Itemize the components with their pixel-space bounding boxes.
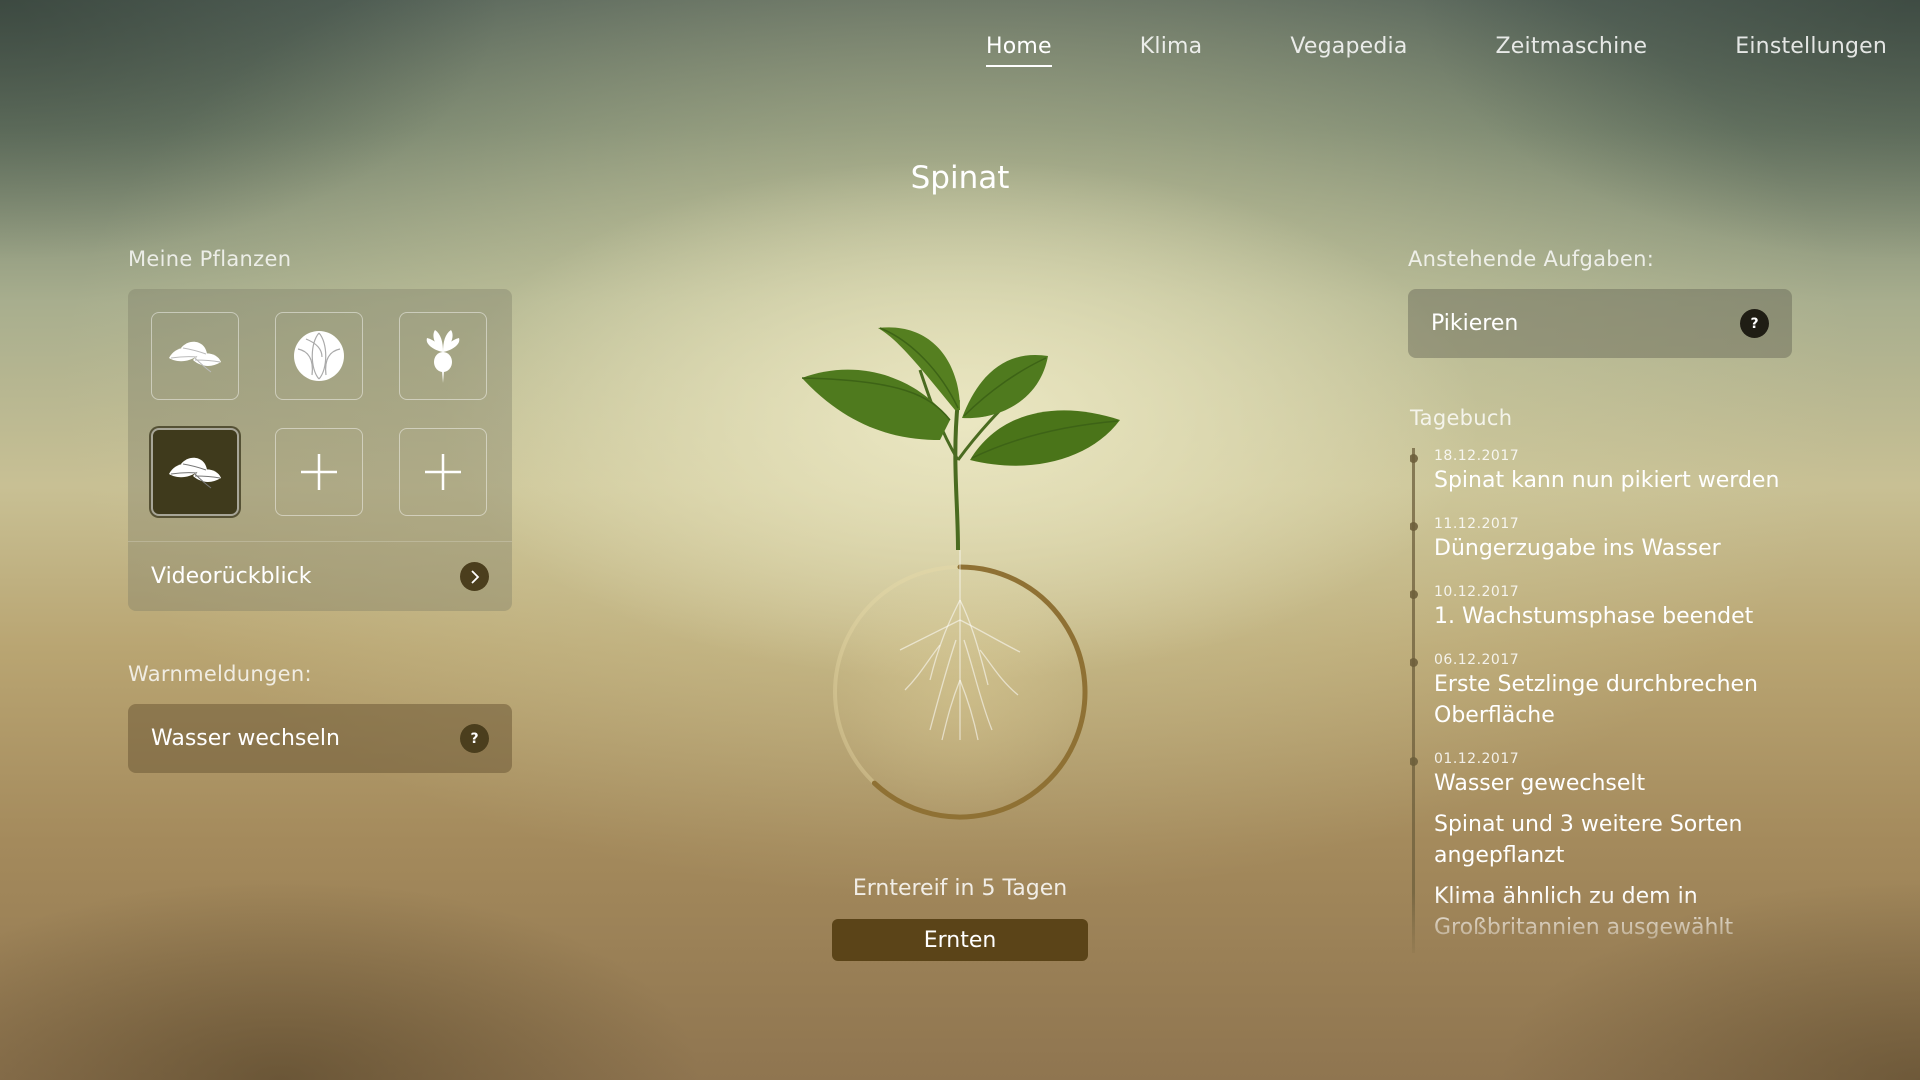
diary-entry-date: 11.12.2017 [1434,516,1520,532]
plus-icon [425,454,461,490]
nav-home[interactable]: Home [985,34,1052,67]
add-plant-button[interactable] [399,428,487,516]
diary-entry-text: Klima ähnlich zu dem in Großbritannien a… [1434,884,1734,940]
spinach-icon [169,457,221,489]
chevron-right-icon [460,562,489,591]
diary-entry: 06.12.2017 Erste Setzlinge durchbrechen … [1410,652,1830,731]
nav-zeitmaschine[interactable]: Zeitmaschine [1496,34,1648,67]
diary-entry-text: Spinat und 3 weitere Sorten angepflanzt [1434,812,1743,868]
task-item[interactable]: Pikieren ? [1408,289,1792,358]
diary-entry: 18.12.2017 Spinat kann nun pikiert werde… [1410,448,1830,496]
diary-entry: 10.12.2017 1. Wachstumsphase beendet [1410,584,1830,632]
page-title: Spinat [910,160,1010,196]
tasks-section-label: Anstehende Aufgaben: [1408,247,1655,271]
plant-tile-cabbage[interactable] [275,312,363,400]
radish-icon [426,330,460,383]
timeline-dot [1410,757,1418,766]
help-icon[interactable]: ? [1740,309,1769,338]
diary-entry-date: 01.12.2017 [1434,751,1520,767]
timeline-dot [1410,590,1418,599]
diary-entry-text: Erste Setzlinge durchbrechen Oberfläche [1434,672,1758,728]
timeline-dot [1410,522,1418,531]
diary-entry: 11.12.2017 Düngerzugabe ins Wasser [1410,516,1830,564]
plant-tile-spinach-selected[interactable] [151,428,239,516]
video-review-button[interactable]: Videorückblick [128,542,512,611]
plant-leaves [801,327,1120,466]
cabbage-icon [294,331,344,381]
diary-timeline[interactable]: 18.12.2017 Spinat kann nun pikiert werde… [1410,448,1830,953]
diary-entry: Klima ähnlich zu dem in Großbritannien a… [1410,881,1830,943]
help-icon[interactable]: ? [460,724,489,753]
diary-entry-text: Spinat kann nun pikiert werden [1434,468,1780,493]
plants-section-label: Meine Pflanzen [128,247,292,271]
diary-entry-text: Düngerzugabe ins Wasser [1434,536,1721,561]
timeline-dot [1410,454,1418,463]
diary-entry-date: 06.12.2017 [1434,652,1520,668]
nav-vegapedia[interactable]: Vegapedia [1290,34,1407,67]
plant-grid [151,312,487,516]
task-item-label: Pikieren [1431,311,1519,336]
diary-entry-text: 1. Wachstumsphase beendet [1434,604,1754,629]
plant-tile-radish[interactable] [399,312,487,400]
nav-einstellungen[interactable]: Einstellungen [1735,34,1887,67]
diary-entry-date: 10.12.2017 [1434,584,1520,600]
video-review-label: Videorückblick [151,564,312,589]
diary-entry: Spinat und 3 weitere Sorten angepflanzt [1410,809,1830,871]
diary-entry: 01.12.2017 Wasser gewechselt [1410,751,1830,799]
harvest-button[interactable]: Ernten [832,919,1088,961]
diary-entry-text: Wasser gewechselt [1434,771,1646,796]
plants-panel: Videorückblick [128,289,512,611]
plant-stem [953,399,960,551]
diary-section-label: Tagebuch [1410,406,1513,430]
spinach-icon [169,341,221,373]
diary-entry-date: 18.12.2017 [1434,448,1520,464]
nav-klima[interactable]: Klima [1140,34,1203,67]
warnings-section-label: Warnmeldungen: [128,662,312,686]
plus-icon [301,454,337,490]
warning-item[interactable]: Wasser wechseln ? [128,704,512,773]
add-plant-button[interactable] [275,428,363,516]
top-navigation: Home Klima Vegapedia Zeitmaschine Einste… [985,34,1887,67]
plant-tile-spinach[interactable] [151,312,239,400]
plant-illustration [801,327,1120,820]
timeline-dot [1410,658,1418,667]
warning-item-label: Wasser wechseln [151,726,340,751]
